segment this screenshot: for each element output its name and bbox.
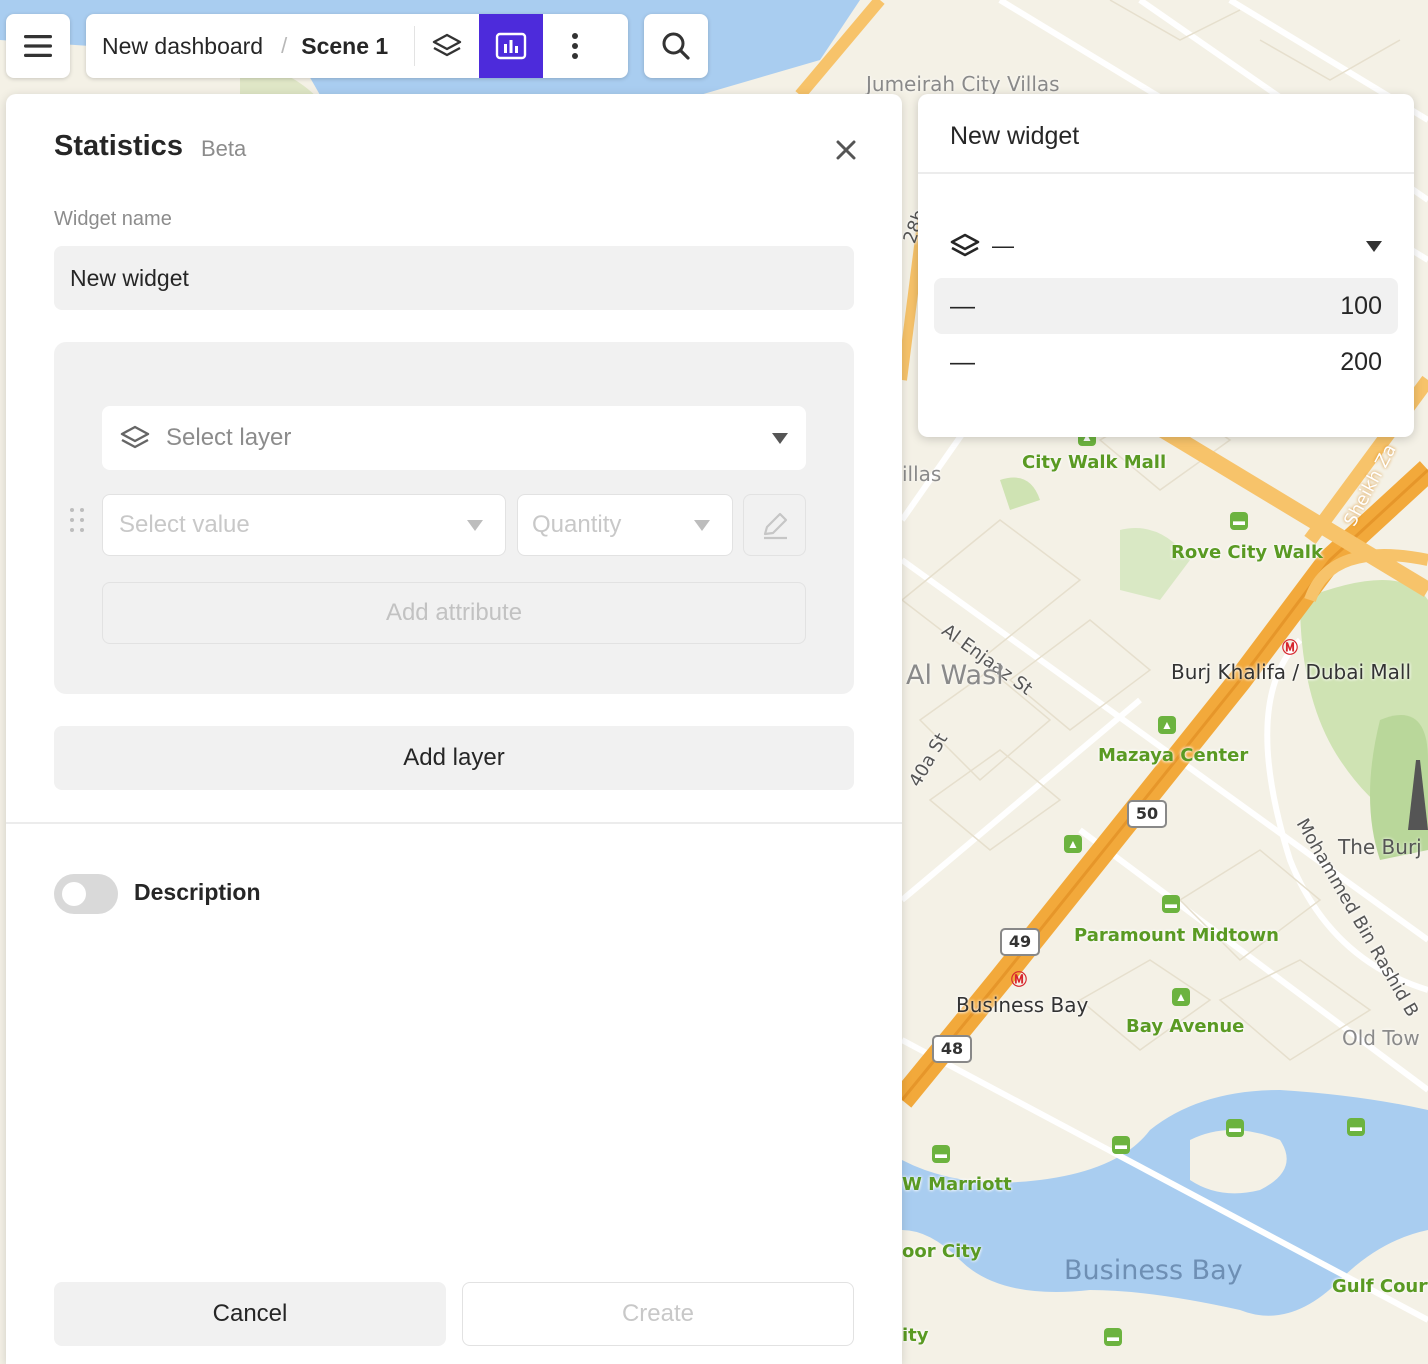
hotel-icon[interactable]: ▬	[1162, 895, 1180, 913]
shopping-bag-icon[interactable]: ▲	[1158, 716, 1176, 734]
preview-title: New widget	[950, 122, 1080, 150]
description-toggle[interactable]	[54, 874, 118, 914]
create-button[interactable]: Create	[462, 1282, 854, 1346]
map-label-business-bay-metro[interactable]: Business Bay	[956, 993, 1088, 1017]
hotel-icon[interactable]: ▬	[1112, 1136, 1130, 1154]
chevron-down-icon	[467, 519, 483, 531]
breadcrumb-separator: /	[281, 33, 288, 58]
panel-title: Statistics	[54, 130, 183, 162]
map-label-ity: ity	[902, 1325, 929, 1346]
description-label: Description	[134, 879, 261, 905]
chevron-down-icon	[1366, 240, 1382, 252]
beta-badge: Beta	[201, 136, 247, 161]
layers-icon	[432, 33, 462, 57]
panel-divider	[6, 822, 902, 824]
map-label-old-town: Old Tow	[1342, 1026, 1420, 1050]
preview-row-value: 100	[1340, 291, 1382, 320]
dashboard-toolbar: New dashboard / Scene 1	[86, 14, 628, 78]
map-label-w-marriott[interactable]: W Marriott	[902, 1174, 1012, 1195]
select-layer-dropdown[interactable]: Select layer	[102, 406, 806, 470]
drag-handle-icon[interactable]	[66, 506, 90, 534]
widgets-button[interactable]	[479, 14, 544, 78]
menu-button[interactable]	[6, 14, 70, 78]
layers-icon	[120, 425, 150, 449]
cancel-button[interactable]: Cancel	[54, 1282, 446, 1346]
map-label-paramount-midtown[interactable]: Paramount Midtown	[1074, 925, 1279, 946]
widget-name-input[interactable]: New widget	[54, 246, 854, 310]
map-label-bay-avenue[interactable]: Bay Avenue	[1126, 1016, 1244, 1037]
preview-row-label: —	[950, 347, 975, 376]
pencil-icon	[763, 512, 787, 540]
search-icon	[662, 32, 690, 60]
preview-row[interactable]: — 100	[934, 278, 1398, 334]
close-icon	[836, 140, 856, 160]
map-label-gulf-court[interactable]: Gulf Court	[1332, 1276, 1428, 1297]
route-shield-49: 49	[1000, 928, 1040, 956]
statistics-widget-panel: Statistics Beta Widget name New widget S…	[6, 94, 902, 1364]
select-value-placeholder: Select value	[119, 511, 250, 538]
close-button[interactable]	[828, 132, 864, 168]
menu-icon	[24, 35, 52, 57]
preview-layer-selector[interactable]: —	[950, 228, 1382, 264]
hotel-icon[interactable]: ▬	[1104, 1328, 1122, 1346]
widget-name-label: Widget name	[54, 208, 172, 230]
map-label-al-wasl: Al Wasl	[906, 660, 1004, 691]
layers-icon	[950, 233, 980, 257]
add-layer-button[interactable]: Add layer	[54, 726, 854, 790]
hotel-icon[interactable]: ▬	[1226, 1119, 1244, 1137]
quantity-placeholder: Quantity	[532, 511, 622, 538]
metro-icon[interactable]: Ⓜ	[1010, 966, 1028, 989]
map-label-burj-khalifa-dubai-mall[interactable]: Burj Khalifa / Dubai Mall	[1171, 660, 1411, 684]
select-layer-placeholder: Select layer	[166, 424, 292, 451]
metro-icon[interactable]: Ⓜ	[1281, 634, 1299, 657]
map-label-business-bay-district: Business Bay	[1064, 1255, 1243, 1286]
aggregation-dropdown[interactable]: Quantity	[517, 494, 733, 556]
chevron-down-icon	[694, 519, 710, 531]
preview-row-label: —	[950, 291, 975, 320]
map-label-rove-city-walk[interactable]: Rove City Walk	[1171, 542, 1323, 563]
hotel-icon[interactable]: ▬	[932, 1145, 950, 1163]
map-label-or-city: oor City	[902, 1241, 982, 1262]
layer-config-card: Select layer Select value Quantity Add a…	[54, 342, 854, 694]
add-attribute-button[interactable]: Add attribute	[102, 582, 806, 644]
map-label-mazaya-center[interactable]: Mazaya Center	[1098, 745, 1248, 766]
shopping-bag-icon[interactable]: ▲	[1172, 988, 1190, 1006]
map-label-city-walk-mall[interactable]: City Walk Mall	[1022, 452, 1166, 473]
hotel-icon[interactable]: ▬	[1230, 512, 1248, 530]
map-label-jumeirah-city-villas[interactable]: Jumeirah City Villas	[866, 72, 1060, 96]
search-button[interactable]	[644, 14, 708, 78]
select-value-dropdown[interactable]: Select value	[102, 494, 506, 556]
edit-attribute-button[interactable]	[743, 494, 806, 556]
shopping-bag-icon[interactable]: ▲	[1064, 835, 1082, 853]
preview-layer-value: —	[992, 233, 1014, 258]
widget-preview-card: New widget — — 100 — 200	[918, 94, 1414, 437]
preview-divider	[918, 172, 1414, 174]
layers-button[interactable]	[415, 14, 479, 78]
map-label-villas: illas	[902, 462, 942, 486]
route-shield-50: 50	[1127, 800, 1167, 828]
breadcrumb-dashboard[interactable]: New dashboard	[102, 33, 263, 60]
map-label-the-burj[interactable]: The Burj	[1338, 835, 1422, 859]
breadcrumb-scene[interactable]: Scene 1	[301, 33, 388, 60]
widget-name-value: New widget	[70, 264, 189, 291]
widgets-chart-icon	[495, 32, 527, 60]
preview-row-value: 200	[1340, 347, 1382, 376]
chevron-down-icon	[772, 432, 788, 444]
hotel-icon[interactable]: ▬	[1347, 1118, 1365, 1136]
preview-row[interactable]: — 200	[934, 334, 1398, 390]
route-shield-48: 48	[932, 1035, 972, 1063]
more-vertical-icon	[572, 33, 579, 59]
more-options-button[interactable]	[543, 14, 607, 78]
